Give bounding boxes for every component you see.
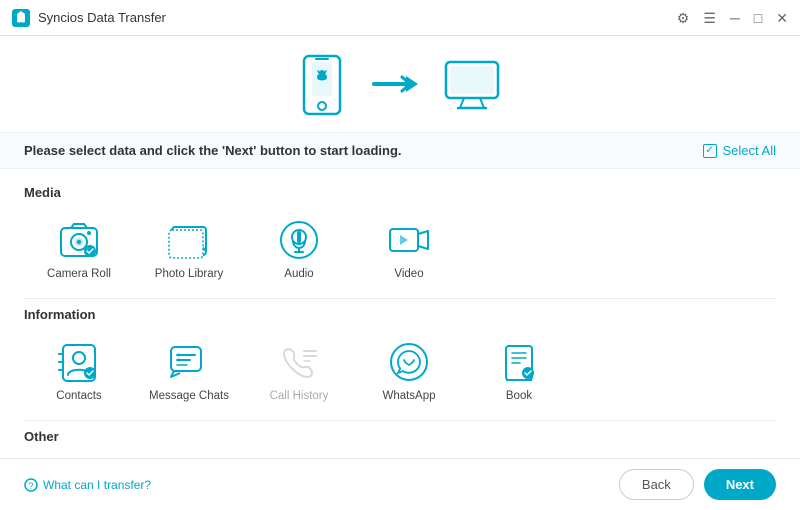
select-all-button[interactable]: ✓ Select All — [703, 143, 776, 158]
whatsapp-icon — [387, 340, 431, 384]
instruction-bar: Please select data and click the 'Next' … — [0, 132, 800, 169]
camera-roll-label: Camera Roll — [47, 268, 111, 280]
audio-icon — [277, 218, 321, 262]
section-info-label: Information — [24, 307, 776, 322]
message-chats-icon — [167, 340, 211, 384]
media-grid: Camera Roll Photo Library — [24, 210, 776, 288]
what-transfer-link[interactable]: ? What can I transfer? — [24, 478, 151, 492]
info-grid: Contacts Message Chats — [24, 332, 776, 410]
section-other-label: Other — [24, 429, 776, 444]
camera-roll-icon — [57, 218, 101, 262]
title-bar: Syncios Data Transfer ⚙ ☰ ─ □ ✕ — [0, 0, 800, 36]
svg-text:?: ? — [28, 481, 33, 491]
minimize-button[interactable]: ─ — [730, 11, 740, 25]
item-video[interactable]: Video — [354, 210, 464, 288]
dest-device — [442, 58, 502, 114]
back-button[interactable]: Back — [619, 469, 694, 500]
instruction-text: Please select data and click the 'Next' … — [24, 143, 402, 158]
transfer-arrow — [370, 72, 418, 101]
video-label: Video — [394, 268, 423, 280]
call-history-label: Call History — [270, 390, 329, 402]
close-button[interactable]: ✕ — [776, 11, 788, 25]
window-controls[interactable]: ⚙ ☰ ─ □ ✕ — [677, 11, 788, 25]
menu-button[interactable]: ☰ — [703, 11, 716, 25]
book-label: Book — [506, 390, 532, 402]
app-icon — [12, 9, 30, 27]
call-history-icon — [277, 340, 321, 384]
photo-library-label: Photo Library — [155, 268, 223, 280]
transfer-header — [0, 36, 800, 132]
next-button[interactable]: Next — [704, 469, 776, 500]
footer-buttons: Back Next — [619, 469, 776, 500]
content-area: Media Camera Roll — [0, 169, 800, 458]
item-audio[interactable]: Audio — [244, 210, 354, 288]
select-all-checkbox[interactable]: ✓ — [703, 144, 717, 158]
app-title: Syncios Data Transfer — [38, 10, 677, 25]
item-book[interactable]: Book — [464, 332, 574, 410]
maximize-button[interactable]: □ — [754, 11, 762, 25]
what-transfer-text: What can I transfer? — [43, 478, 151, 492]
video-icon — [387, 218, 431, 262]
contacts-label: Contacts — [56, 390, 101, 402]
item-safari-history: Safari History — [244, 454, 354, 458]
photo-library-icon — [167, 218, 211, 262]
source-device — [298, 54, 346, 118]
item-contacts[interactable]: Contacts — [24, 332, 134, 410]
settings-button[interactable]: ⚙ — [677, 11, 690, 25]
item-message-chats[interactable]: Message Chats — [134, 332, 244, 410]
message-chats-label: Message Chats — [149, 390, 229, 402]
section-media-label: Media — [24, 185, 776, 200]
whatsapp-label: WhatsApp — [382, 390, 435, 402]
item-photo-library[interactable]: Photo Library — [134, 210, 244, 288]
audio-label: Audio — [284, 268, 313, 280]
contacts-icon — [57, 340, 101, 384]
select-all-label: Select All — [723, 143, 776, 158]
main-content: Please select data and click the 'Next' … — [0, 36, 800, 510]
book-icon — [497, 340, 541, 384]
item-whatsapp[interactable]: WhatsApp — [354, 332, 464, 410]
footer: ? What can I transfer? Back Next — [0, 458, 800, 510]
item-camera-roll[interactable]: Camera Roll — [24, 210, 134, 288]
item-call-history: Call History — [244, 332, 354, 410]
